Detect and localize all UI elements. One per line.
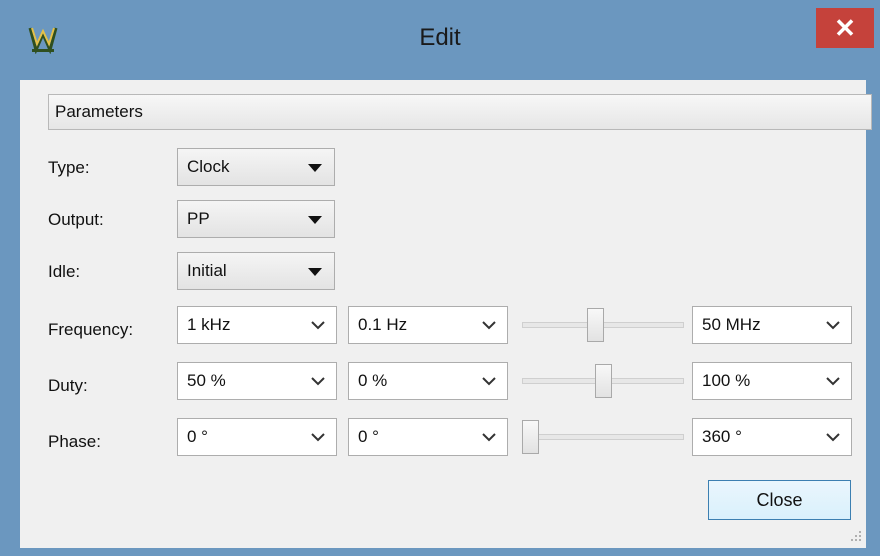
phase-value: 0 ° [187, 427, 208, 446]
edit-dialog: Edit ✕ Parameters Type: Clock Output: PP… [0, 0, 880, 556]
phase-value-combo[interactable]: 0 ° [177, 418, 337, 456]
idle-dropdown[interactable]: Initial [177, 252, 335, 290]
duty-value-combo[interactable]: 50 % [177, 362, 337, 400]
parameters-header[interactable]: Parameters [48, 94, 872, 130]
chevron-down-icon [826, 377, 840, 386]
phase-min-combo[interactable]: 0 ° [348, 418, 508, 456]
frequency-max: 50 MHz [702, 315, 761, 334]
phase-min: 0 ° [358, 427, 379, 446]
dialog-body: Parameters Type: Clock Output: PP Idle: … [20, 80, 872, 548]
triangle-down-icon [308, 216, 322, 224]
phase-slider-thumb[interactable] [522, 420, 539, 454]
frequency-slider-thumb[interactable] [587, 308, 604, 342]
triangle-down-icon [308, 164, 322, 172]
type-label: Type: [48, 158, 90, 177]
duty-slider-thumb[interactable] [595, 364, 612, 398]
duty-label: Duty: [48, 376, 88, 395]
chevron-down-icon [826, 321, 840, 330]
idle-label: Idle: [48, 262, 81, 281]
frequency-value: 1 kHz [187, 315, 231, 334]
title-bar[interactable]: Edit ✕ [0, 0, 880, 80]
frequency-slider[interactable] [522, 306, 684, 344]
duty-min-combo[interactable]: 0 % [348, 362, 508, 400]
duty-value: 50 % [187, 371, 226, 390]
phase-slider-track [522, 434, 684, 440]
idle-value: Initial [187, 261, 227, 280]
frequency-value-combo[interactable]: 1 kHz [177, 306, 337, 344]
chevron-down-icon [311, 433, 325, 442]
output-value: PP [187, 209, 210, 228]
resize-grip-icon[interactable] [850, 530, 862, 542]
phase-max-combo[interactable]: 360 ° [692, 418, 852, 456]
chevron-down-icon [482, 321, 496, 330]
duty-max-combo[interactable]: 100 % [692, 362, 852, 400]
output-label: Output: [48, 210, 104, 229]
frequency-min-combo[interactable]: 0.1 Hz [348, 306, 508, 344]
frequency-min: 0.1 Hz [358, 315, 408, 334]
output-dropdown[interactable]: PP [177, 200, 335, 238]
window-close-button[interactable]: ✕ [816, 8, 874, 48]
chevron-down-icon [482, 377, 496, 386]
type-dropdown[interactable]: Clock [177, 148, 335, 186]
duty-min: 0 % [358, 371, 388, 390]
chevron-down-icon [826, 433, 840, 442]
frequency-label: Frequency: [48, 320, 134, 339]
frequency-max-combo[interactable]: 50 MHz [692, 306, 852, 344]
close-button[interactable]: Close [708, 480, 851, 520]
triangle-down-icon [308, 268, 322, 276]
chevron-down-icon [311, 377, 325, 386]
duty-slider[interactable] [522, 362, 684, 400]
chevron-down-icon [482, 433, 496, 442]
phase-slider[interactable] [522, 418, 684, 456]
window-title: Edit [419, 24, 461, 51]
phase-max: 360 ° [702, 427, 742, 446]
parameters-header-label: Parameters [55, 102, 143, 121]
duty-max: 100 % [702, 371, 751, 390]
type-value: Clock [187, 157, 230, 176]
chevron-down-icon [311, 321, 325, 330]
phase-label: Phase: [48, 432, 101, 451]
